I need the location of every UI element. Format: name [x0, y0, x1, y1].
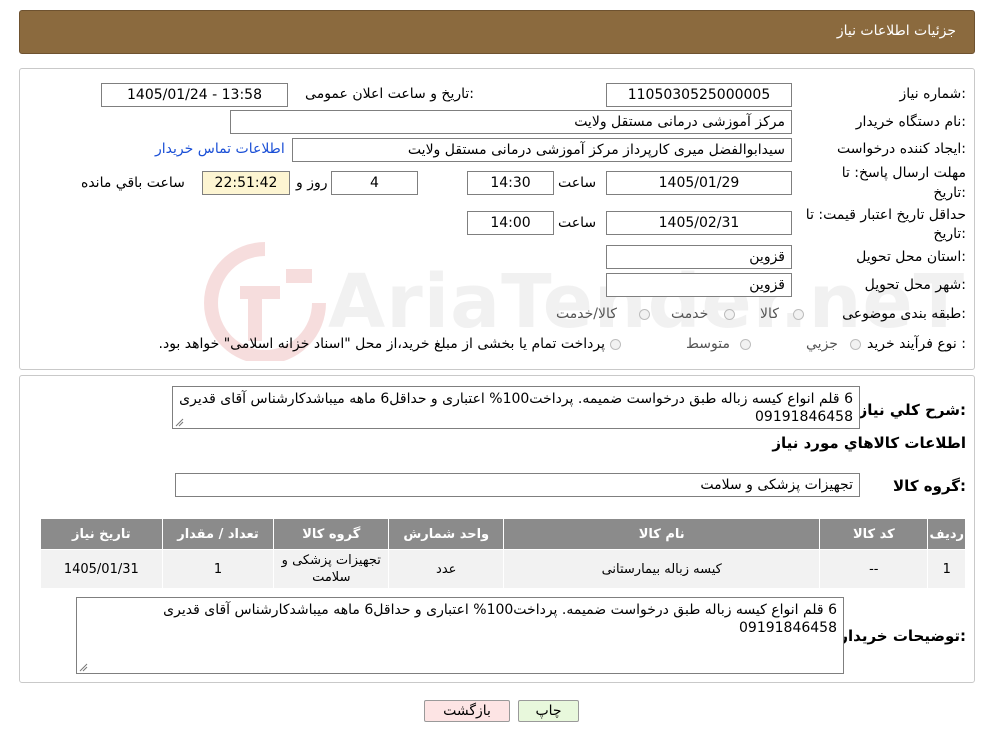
goods-group-field: تجهیزات پزشکی و سلامت	[175, 473, 860, 497]
print-button[interactable]: چاپ	[518, 700, 579, 722]
summary-textarea[interactable]: 6 قلم انواع کیسه زباله طبق درخواست ضمیمه…	[172, 386, 860, 429]
cell-group: تجهیزات پزشکی و سلامت	[273, 549, 390, 589]
buyer-contact-link[interactable]: اطلاعات تماس خریدار	[155, 141, 285, 157]
process-note: پرداخت تمام یا بخشی از مبلغ خرید،از محل …	[158, 336, 605, 352]
page-header: جزئیات اطلاعات نیاز	[19, 10, 975, 54]
days-remaining-field: 4	[331, 171, 418, 195]
cell-unit: عدد	[388, 549, 505, 589]
col-quantity: تعداد / مقدار	[161, 518, 275, 550]
col-name: نام کالا	[503, 518, 821, 550]
process-radio-medium[interactable]	[740, 339, 751, 350]
reply-time-field: 14:30	[467, 171, 554, 195]
col-code: کد کالا	[819, 518, 929, 550]
city-field: قزوین	[606, 273, 792, 297]
price-validity-label: حداقل تاریخ اعتبار قیمت: تا	[805, 207, 966, 223]
reply-deadline-label-2: تاریخ:	[933, 185, 966, 201]
category-option-goods-service: کالا/خدمت	[556, 306, 617, 322]
summary-text: 6 قلم انواع کیسه زباله طبق درخواست ضمیمه…	[179, 391, 853, 425]
process-checkbox-treasury[interactable]	[610, 339, 621, 350]
back-button[interactable]: بازگشت	[424, 700, 510, 722]
buyer-notes-label: توضيحات خريدار:	[839, 627, 966, 645]
announce-label: تاریخ و ساعت اعلان عمومی:	[305, 86, 474, 102]
remaining-time-label: ساعت باقي مانده	[81, 175, 185, 191]
cell-code: --	[819, 549, 929, 589]
creator-label: ایجاد کننده درخواست:	[837, 141, 966, 157]
info-panel: AriaTender.neT شماره نیاز: 1105030525000…	[19, 68, 975, 370]
need-number-label: شماره نیاز:	[899, 86, 966, 102]
price-validity-time-field: 14:00	[467, 211, 554, 235]
cell-name: کیسه زباله بیمارستانی	[503, 549, 821, 589]
remaining-time-field: 22:51:42	[202, 171, 290, 195]
goods-group-label: گروه کالا:	[893, 477, 966, 495]
table-row: 1 -- کیسه زباله بیمارستانی عدد تجهیزات پ…	[40, 549, 966, 589]
category-label: طبقه بندی موضوعی:	[842, 306, 966, 322]
reply-time-label: ساعت	[558, 175, 597, 191]
resize-handle-icon[interactable]	[78, 662, 88, 672]
process-label: نوع فرآیند خرید :	[867, 336, 966, 352]
col-need-date: تاريخ نياز	[40, 518, 163, 550]
col-row: رديف	[927, 518, 966, 550]
cell-need-date: 1405/01/31	[40, 549, 163, 589]
province-field: قزوین	[606, 245, 792, 269]
category-option-goods: کالا	[760, 306, 779, 322]
goods-table: رديف کد کالا نام کالا واحد شمارش گروه کا…	[40, 518, 966, 589]
buyer-notes-textarea[interactable]: 6 قلم انواع کیسه زباله طبق درخواست ضمیمه…	[76, 597, 844, 674]
price-validity-date-field: 1405/02/31	[606, 211, 792, 235]
col-group: گروه کالا	[273, 518, 390, 550]
page-title: جزئیات اطلاعات نیاز	[836, 23, 956, 39]
category-radio-goods[interactable]	[793, 309, 804, 320]
process-radio-minor[interactable]	[850, 339, 861, 350]
buyer-org-field: مرکز آموزشی درمانی مستقل ولایت	[230, 110, 792, 134]
goods-panel: شرح کلي نياز: 6 قلم انواع کیسه زباله طبق…	[19, 375, 975, 683]
category-radio-service[interactable]	[724, 309, 735, 320]
watermark-text: AriaTender.neT	[328, 259, 966, 345]
cell-quantity: 1	[161, 549, 275, 589]
announce-datetime-field: 1405/01/24 - 13:58	[101, 83, 288, 107]
province-label: استان محل تحویل:	[856, 249, 966, 265]
reply-deadline-label: مهلت ارسال پاسخ: تا	[841, 165, 966, 181]
days-label: روز و	[296, 175, 328, 191]
city-label: شهر محل تحویل:	[864, 277, 966, 293]
need-number-field: 1105030525000005	[606, 83, 792, 107]
process-option-medium: متوسط	[686, 336, 730, 352]
goods-table-header: رديف کد کالا نام کالا واحد شمارش گروه کا…	[40, 518, 966, 550]
category-option-service: خدمت	[671, 306, 709, 322]
goods-section-title: اطلاعات کالاهاي مورد نياز	[772, 434, 966, 452]
summary-label: شرح کلي نياز:	[858, 401, 966, 419]
reply-date-field: 1405/01/29	[606, 171, 792, 195]
col-unit: واحد شمارش	[388, 518, 505, 550]
category-radio-goods-service[interactable]	[639, 309, 650, 320]
creator-field: سیدابوالفضل میری کارپرداز مرکز آموزشی در…	[292, 138, 792, 162]
resize-handle-icon[interactable]	[174, 417, 184, 427]
process-option-minor: جزيي	[806, 336, 838, 352]
price-validity-time-label: ساعت	[558, 215, 597, 231]
buyer-notes-text: 6 قلم انواع کیسه زباله طبق درخواست ضمیمه…	[163, 602, 837, 636]
cell-row: 1	[927, 549, 966, 589]
buyer-org-label: نام دستگاه خریدار:	[855, 114, 966, 130]
price-validity-label-2: تاریخ:	[933, 226, 966, 242]
